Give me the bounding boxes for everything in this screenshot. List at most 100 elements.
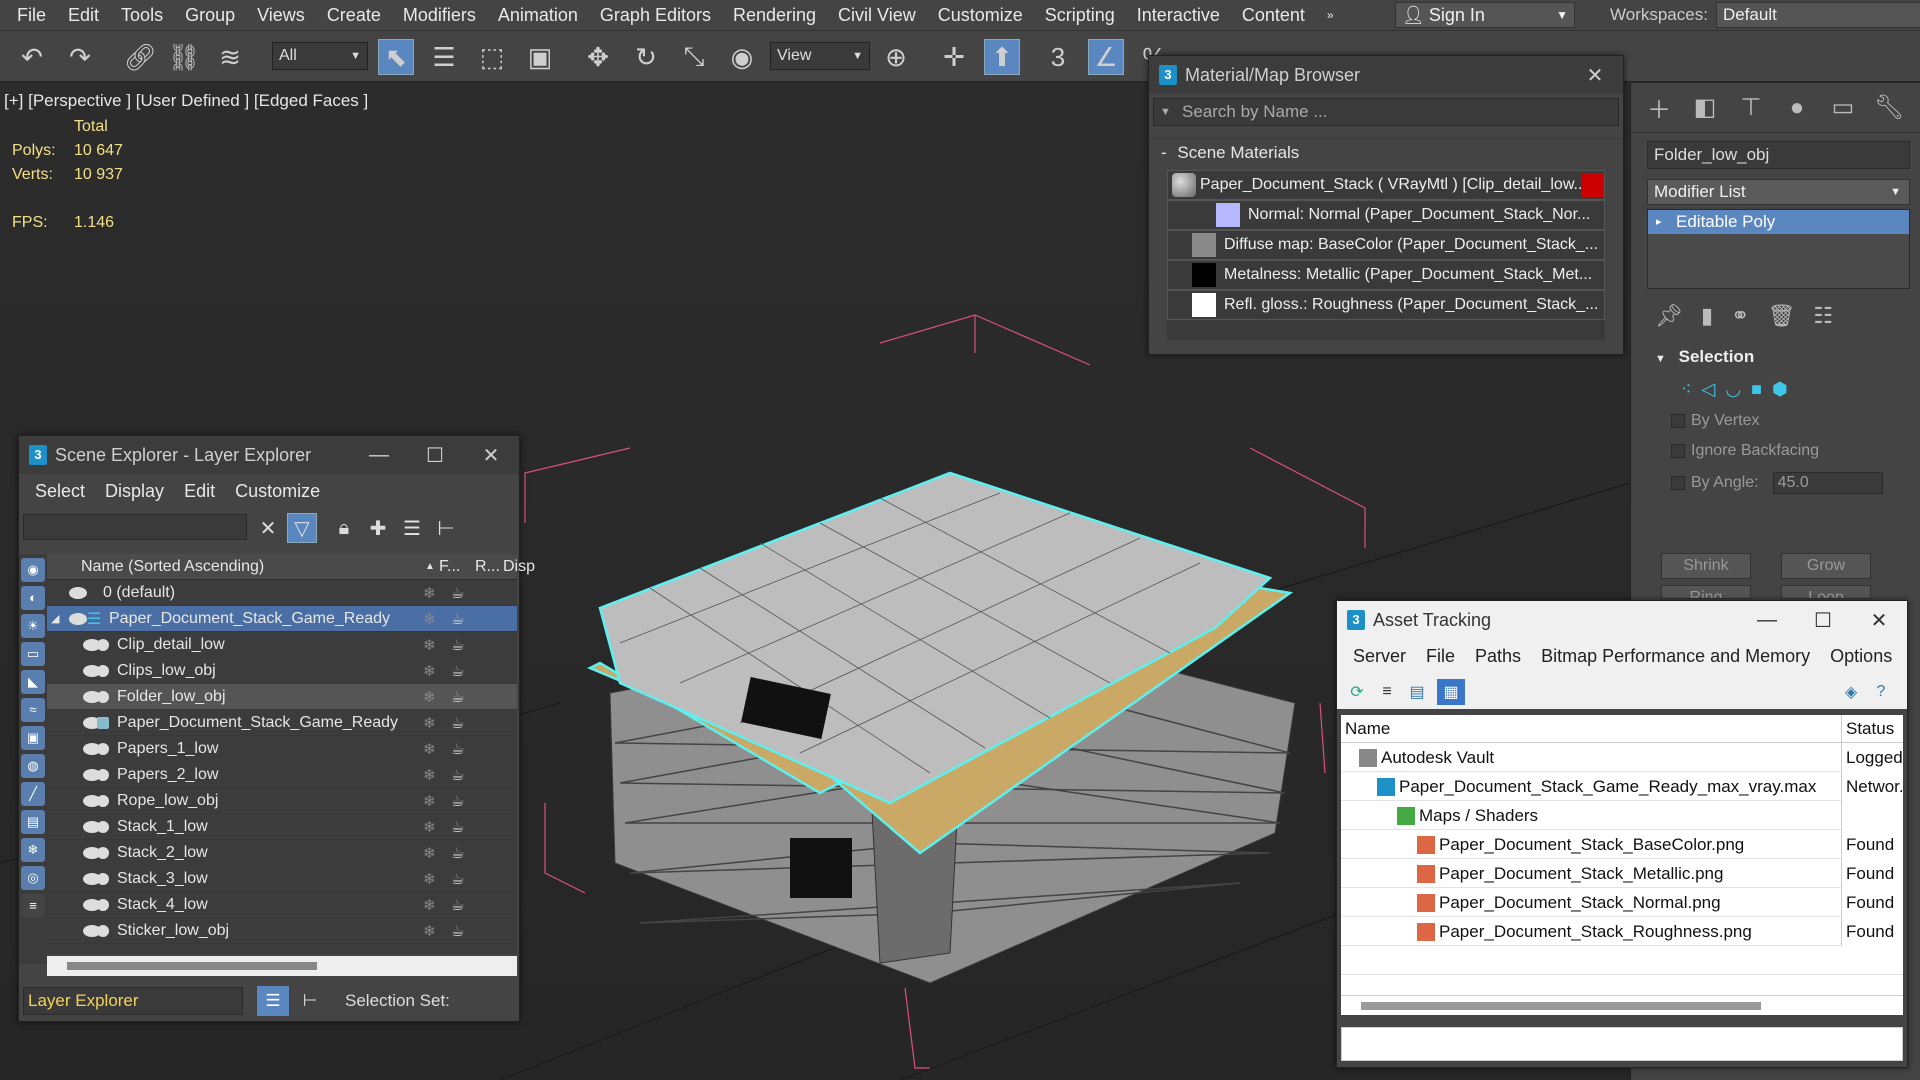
renderable-icon[interactable]: ☕︎ [451, 610, 464, 628]
bind-spacewarp-icon[interactable]: ≋ [212, 39, 248, 75]
selection-filter-dropdown[interactable]: All ▼ [272, 42, 368, 70]
hierarchy-mode-icon[interactable]: ⊢ [295, 986, 325, 1016]
freeze-icon[interactable]: ❄ [423, 844, 436, 862]
vertex-icon[interactable]: ⁖ [1681, 379, 1692, 400]
scene-materials-group[interactable]: - Scene Materials [1149, 138, 1623, 166]
layers-icon[interactable]: ☰ [397, 513, 427, 543]
menu-group[interactable]: Group [174, 0, 246, 30]
freeze-icon[interactable]: ❄ [423, 792, 436, 810]
hidden-filter-icon[interactable]: ◎ [21, 866, 45, 890]
scene-explorer-row[interactable]: Papers_1_low ❄ ☕︎ [47, 736, 517, 762]
menu-civil-view[interactable]: Civil View [827, 0, 927, 30]
hierarchy-icon[interactable]: ⊢ [431, 513, 461, 543]
shapes-filter-icon[interactable]: ◐ [21, 586, 45, 610]
scene-explorer-row[interactable]: Sticker_low_obj ❄ ☕︎ [47, 918, 517, 944]
element-icon[interactable]: ⬢ [1772, 379, 1788, 400]
frozen-filter-icon[interactable]: ❄ [21, 838, 45, 862]
renderable-icon[interactable]: ☕︎ [451, 896, 464, 914]
map-row-roughness[interactable]: Refl. gloss.: Roughness (Paper_Document_… [1167, 290, 1605, 320]
visibility-eye-icon[interactable] [69, 612, 87, 625]
visibility-eye-icon[interactable] [69, 586, 87, 599]
menu-create[interactable]: Create [316, 0, 392, 30]
explorer-mode-dropdown[interactable]: Layer Explorer [23, 987, 243, 1015]
scene-explorer-row[interactable]: ◢ ☰ Paper_Document_Stack_Game_Ready ❄ ☕︎ [47, 606, 517, 632]
maximize-icon[interactable]: ☐ [407, 436, 463, 474]
create-tab-icon[interactable]: ＋ [1639, 88, 1679, 128]
freeze-icon[interactable]: ❄ [423, 688, 436, 706]
renderable-icon[interactable]: ☕︎ [451, 922, 464, 940]
help-icon[interactable]: ? [1867, 679, 1895, 705]
renderable-icon[interactable]: ☕︎ [451, 766, 464, 784]
menu-views[interactable]: Views [246, 0, 316, 30]
renderable-icon[interactable]: ☕︎ [451, 844, 464, 862]
loop-button[interactable]: Loop [1781, 585, 1871, 599]
menu-modifiers[interactable]: Modifiers [392, 0, 487, 30]
name-column-header[interactable]: Name (Sorted Ascending) [81, 558, 264, 576]
groups-filter-icon[interactable]: ▣ [21, 726, 45, 750]
snaps-toggle-icon[interactable]: 3 [1040, 39, 1076, 75]
minimize-icon[interactable]: — [1739, 601, 1795, 639]
expand-arrow-icon[interactable]: ▸ [1656, 210, 1662, 234]
placement-icon[interactable]: ◉ [724, 39, 760, 75]
remove-modifier-icon[interactable]: 🗑︎ [1767, 303, 1795, 329]
frozen-column-header[interactable]: F... [439, 558, 460, 576]
refresh-icon[interactable]: ⟳ [1343, 679, 1371, 705]
workspace-dropdown[interactable]: Default [1715, 2, 1920, 28]
freeze-icon[interactable]: ❄ [423, 740, 436, 758]
renderable-icon[interactable]: ☕︎ [451, 584, 464, 602]
reference-coord-dropdown[interactable]: View ▼ [770, 42, 870, 70]
utilities-tab-icon[interactable]: 🔧︎ [1869, 88, 1909, 128]
at-menu-bitmap[interactable]: Bitmap Performance and Memory [1531, 646, 1820, 667]
ignore-backfacing-checkbox[interactable]: Ignore Backfacing [1671, 442, 1920, 460]
scene-explorer-row[interactable]: Clip_detail_low ❄ ☕︎ [47, 632, 517, 658]
by-vertex-checkbox[interactable]: By Vertex [1671, 412, 1920, 430]
motion-tab-icon[interactable]: ● [1777, 88, 1817, 128]
scrollbar-thumb[interactable] [1361, 1002, 1761, 1010]
object-name-field[interactable]: Folder_low_obj [1647, 141, 1910, 169]
unlink-icon[interactable]: ⛓︎ [166, 39, 202, 75]
scene-explorer-row[interactable]: Paper_Document_Stack_Game_Ready ❄ ☕︎ [47, 710, 517, 736]
freeze-icon[interactable]: ❄ [423, 818, 436, 836]
angle-spinner[interactable]: 45.0 [1772, 472, 1883, 494]
menu-scripting[interactable]: Scripting [1034, 0, 1126, 30]
modifier-stack-item[interactable]: ▸ Editable Poly [1648, 210, 1909, 234]
material-search-input[interactable]: ▼ Search by Name ... [1153, 98, 1619, 126]
bones-filter-icon[interactable]: ╱ [21, 782, 45, 806]
spacewarps-filter-icon[interactable]: ≈ [21, 698, 45, 722]
scene-explorer-row[interactable]: Folder_low_obj ❄ ☕︎ [47, 684, 517, 710]
redo-icon[interactable]: ↷ [62, 39, 98, 75]
freeze-icon[interactable]: ❄ [423, 922, 436, 940]
freeze-icon[interactable]: ❄ [423, 636, 436, 654]
at-menu-file[interactable]: File [1416, 646, 1465, 667]
scene-explorer-row[interactable]: Stack_2_low ❄ ☕︎ [47, 840, 517, 866]
configure-sets-icon[interactable]: ☷ [1813, 303, 1833, 329]
close-icon[interactable]: ✕ [463, 436, 519, 474]
scrollbar-thumb[interactable] [67, 962, 317, 970]
maximize-icon[interactable]: ☐ [1795, 601, 1851, 639]
show-end-result-icon[interactable]: ▮ [1701, 303, 1713, 329]
rect-selection-icon[interactable]: ⬚ [474, 39, 510, 75]
freeze-icon[interactable]: ❄ [423, 714, 436, 732]
pin-stack-icon[interactable]: 📌︎ [1655, 303, 1683, 329]
menu-content[interactable]: Content [1231, 0, 1316, 30]
shrink-button[interactable]: Shrink [1661, 553, 1751, 579]
at-menu-paths[interactable]: Paths [1465, 646, 1531, 667]
se-menu-select[interactable]: Select [25, 481, 95, 502]
border-icon[interactable]: ◡ [1725, 379, 1741, 400]
polygon-icon[interactable]: ■ [1751, 379, 1762, 400]
all-filter-icon[interactable]: ≡ [21, 894, 45, 918]
renderable-icon[interactable]: ☕︎ [451, 870, 464, 888]
scene-explorer-row[interactable]: Stack_1_low ❄ ☕︎ [47, 814, 517, 840]
link-icon[interactable]: 🔗︎ [122, 39, 158, 75]
clear-search-icon[interactable]: ✕ [253, 513, 283, 543]
menu-rendering[interactable]: Rendering [722, 0, 827, 30]
asset-row[interactable]: Paper_Document_Stack_Roughness.png Found [1341, 917, 1903, 946]
renderable-icon[interactable]: ☕︎ [451, 662, 464, 680]
material-browser-titlebar[interactable]: 3 Material/Map Browser [1149, 56, 1623, 94]
menu-customize[interactable]: Customize [927, 0, 1034, 30]
lock-icon[interactable]: 🔒︎ [329, 513, 359, 543]
by-angle-checkbox[interactable]: By Angle: 45.0 [1671, 472, 1920, 494]
renderable-icon[interactable]: ☕︎ [451, 714, 464, 732]
menu-animation[interactable]: Animation [487, 0, 589, 30]
asset-row[interactable]: Paper_Document_Stack_BaseColor.png Found [1341, 830, 1903, 859]
